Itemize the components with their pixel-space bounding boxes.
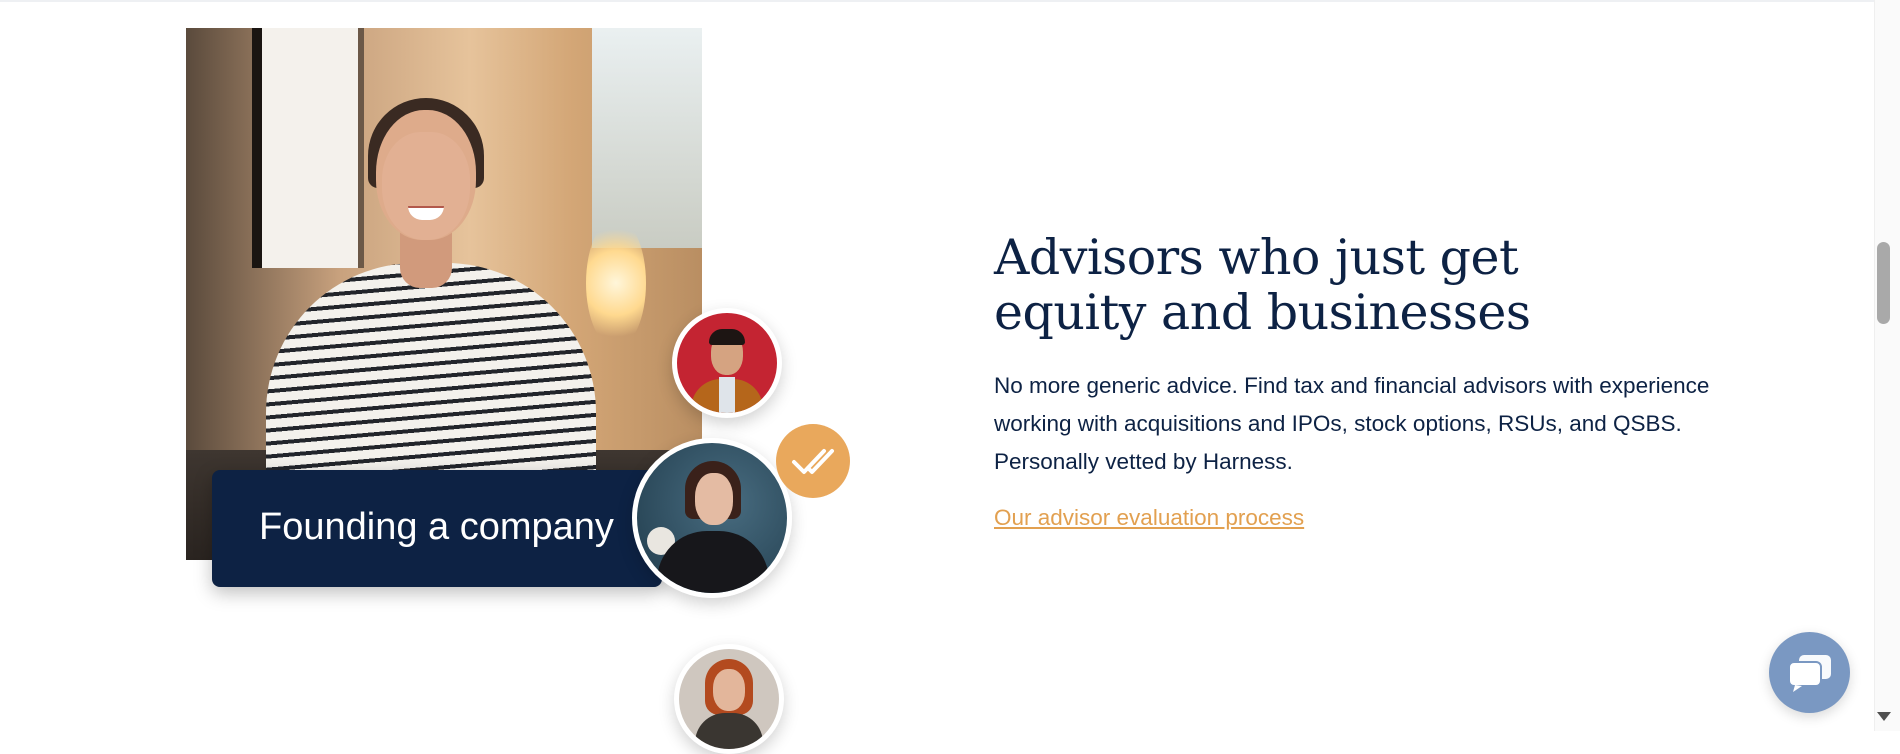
caption-box: Founding a company: [212, 470, 662, 587]
photo-lamp: [586, 218, 646, 348]
photo-window: [252, 28, 364, 268]
avatar-face: [713, 669, 745, 711]
advisor-avatar-3: [674, 644, 784, 754]
check-icon: [776, 424, 850, 498]
section-description: No more generic advice. Find tax and fin…: [994, 373, 1710, 474]
caption-label: Founding a company: [259, 506, 614, 548]
arrow-down-icon[interactable]: [1877, 712, 1891, 721]
scrollbar-thumb[interactable]: [1877, 242, 1890, 324]
page-scrollbar[interactable]: [1874, 0, 1900, 731]
chat-bubble-icon: [1787, 654, 1831, 692]
avatar-hair: [709, 329, 745, 345]
avatar-shirt: [719, 377, 735, 413]
photo-window-right: [592, 28, 702, 248]
photo-face: [382, 132, 470, 240]
chat-button[interactable]: [1769, 632, 1850, 713]
advisor-avatar-1: [672, 308, 782, 418]
header-divider: [0, 0, 1874, 2]
avatar-face: [695, 473, 733, 525]
avatar-body: [695, 713, 763, 749]
section-heading: Advisors who just get equity and busines…: [994, 229, 1531, 341]
advisor-avatar-2: [632, 438, 792, 598]
advisor-evaluation-link[interactable]: Our advisor evaluation process: [994, 505, 1304, 531]
